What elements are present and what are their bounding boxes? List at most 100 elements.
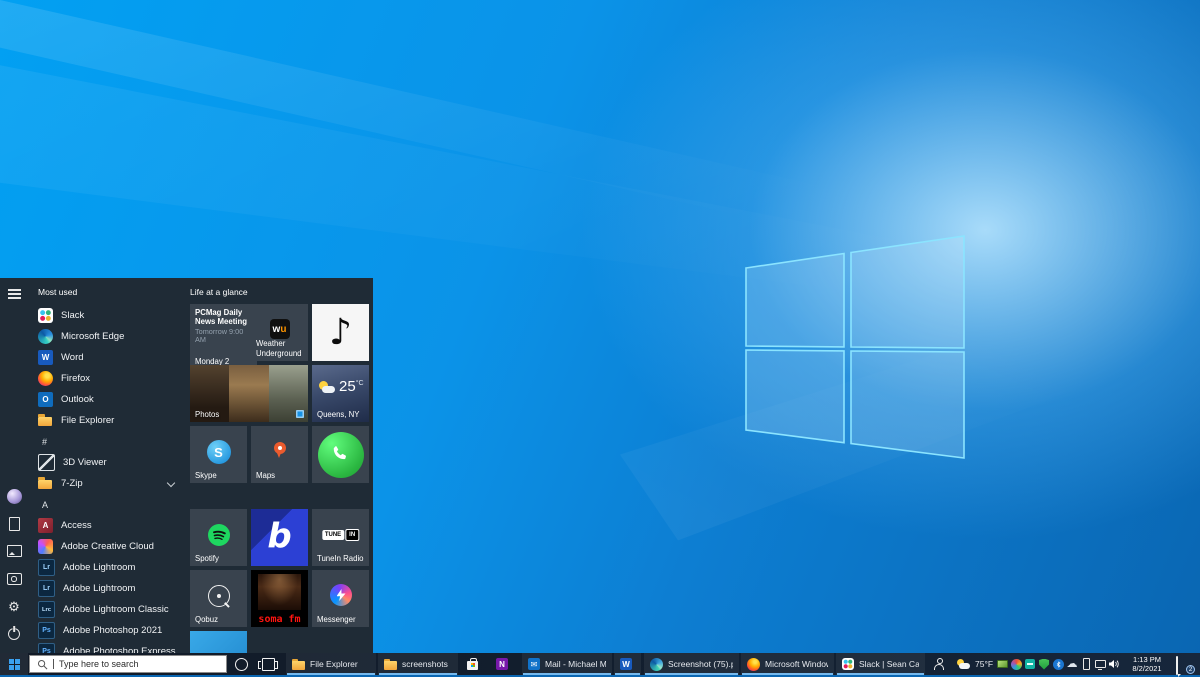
slack-icon — [38, 308, 53, 323]
word-icon — [38, 350, 53, 365]
power-button[interactable] — [0, 628, 28, 640]
taskbar-clock[interactable]: 1:13 PM 8/2/2021 — [1124, 655, 1170, 673]
app-list: Slack Microsoft Edge Word Firefox Outloo… — [28, 305, 186, 653]
taskbar-edge-window[interactable]: Screenshot (75).pn.. — [644, 653, 739, 675]
bluetooth-tray-icon[interactable] — [1052, 653, 1064, 675]
music-note-icon: ♪ — [329, 315, 352, 351]
folder-icon — [292, 658, 305, 671]
tile-partial[interactable] — [190, 631, 247, 653]
taskbar-search[interactable] — [29, 655, 227, 673]
tile-messenger[interactable]: Messenger — [312, 570, 369, 627]
weather-underground-logo-icon: wu — [270, 319, 290, 339]
app-item-word[interactable]: Word — [28, 347, 186, 368]
search-input[interactable] — [59, 659, 189, 669]
photoshop-icon — [38, 622, 55, 639]
app-item-3d-viewer[interactable]: 3D Viewer — [28, 452, 186, 473]
app-item-adobe-creative-cloud[interactable]: Adobe Creative Cloud — [28, 536, 186, 557]
tile-weather[interactable]: 25°C Queens, NY — [312, 365, 369, 422]
qobuz-icon — [208, 585, 230, 607]
app-item-access[interactable]: Access — [28, 515, 186, 536]
settings-button[interactable] — [0, 600, 28, 613]
task-view-icon — [262, 658, 275, 671]
app-item-adobe-lightroom[interactable]: Adobe Lightroom — [28, 557, 186, 578]
videos-button[interactable] — [0, 573, 28, 585]
tile-qobuz[interactable]: Qobuz — [190, 570, 247, 627]
notification-bubble-icon — [1176, 656, 1178, 675]
windows-security-tray-icon[interactable] — [1038, 653, 1050, 675]
tile-calendar[interactable]: PCMag Daily News Meeting Tomorrow 9:00 A… — [190, 304, 257, 369]
chevron-down-icon[interactable] — [167, 479, 175, 487]
user-avatar-icon — [7, 489, 22, 504]
start-menu: Most used Slack Microsoft Edge Word Fire… — [0, 278, 373, 653]
tile-skype[interactable]: Skype — [190, 426, 247, 483]
spotify-icon — [208, 524, 230, 546]
taskbar-mail[interactable]: Mail - Michael Mu.. — [522, 653, 612, 675]
lightroom-icon — [38, 559, 55, 576]
action-center-button[interactable]: 2 — [1176, 657, 1192, 671]
tile-somafm[interactable]: soma fm — [251, 570, 308, 627]
tile-maps[interactable]: Maps — [251, 426, 308, 483]
text-caret — [53, 659, 54, 669]
somafm-artwork — [258, 574, 301, 610]
tile-bandcamp[interactable]: b — [251, 509, 308, 566]
tile-tunein[interactable]: TUNE IN TuneIn Radio — [312, 509, 369, 566]
tile-whatsapp[interactable] — [312, 426, 369, 483]
app-item-7zip[interactable]: 7-Zip — [28, 473, 186, 494]
app-item-outlook[interactable]: Outlook — [28, 389, 186, 410]
taskbar-people-button[interactable] — [927, 653, 949, 675]
usb-device-tray-icon[interactable] — [1080, 653, 1092, 675]
system-tray — [996, 653, 1120, 675]
creative-cloud-icon — [38, 539, 53, 554]
gpu-utility-tray-icon[interactable] — [996, 653, 1008, 675]
documents-button[interactable] — [0, 517, 28, 531]
app-section-a[interactable]: A — [28, 494, 186, 515]
app-section-hash[interactable]: # — [28, 431, 186, 452]
tile-groove-music[interactable]: ♪ — [312, 304, 369, 361]
lightroom-icon — [38, 580, 55, 597]
taskbar-screenshots-window[interactable]: screenshots — [378, 653, 458, 675]
pictures-button[interactable] — [0, 545, 28, 557]
app-item-adobe-lightroom-classic[interactable]: Adobe Lightroom Classic — [28, 599, 186, 620]
somafm-logo: soma fm — [258, 614, 300, 625]
menu-expand-button[interactable] — [0, 288, 28, 300]
taskbar-firefox-window[interactable]: Microsoft Window.. — [741, 653, 834, 675]
taskbar-weather-widget[interactable]: 75°F — [950, 653, 1000, 675]
folder-icon — [38, 476, 53, 491]
app-item-slack[interactable]: Slack — [28, 305, 186, 326]
task-view-button[interactable] — [256, 653, 280, 675]
teal-app-tray-icon[interactable] — [1024, 653, 1036, 675]
clock-time: 1:13 PM — [1124, 655, 1170, 664]
app-item-adobe-photoshop-express[interactable]: Adobe Photoshop Express — [28, 641, 186, 653]
color-wheel-tray-icon[interactable] — [1010, 653, 1022, 675]
tile-spotify[interactable]: Spotify — [190, 509, 247, 566]
taskbar-onenote[interactable] — [490, 653, 516, 675]
onedrive-tray-icon[interactable] — [1066, 653, 1078, 675]
app-item-file-explorer[interactable]: File Explorer — [28, 410, 186, 431]
app-item-microsoft-edge[interactable]: Microsoft Edge — [28, 326, 186, 347]
firefox-icon — [747, 658, 760, 671]
tile-photos[interactable]: Photos — [190, 365, 308, 422]
search-icon — [37, 659, 48, 670]
windows-logo — [745, 233, 967, 463]
taskbar-microsoft-store[interactable] — [461, 653, 487, 675]
folder-icon — [38, 413, 53, 428]
cortana-button[interactable] — [230, 653, 252, 675]
tile-weather-underground[interactable]: wu Weather Underground — [251, 304, 308, 361]
partly-sunny-icon — [956, 659, 970, 670]
taskbar-word[interactable] — [614, 653, 641, 675]
app-item-adobe-photoshop-2021[interactable]: Adobe Photoshop 2021 — [28, 620, 186, 641]
photoshop-icon — [38, 643, 55, 653]
taskbar-file-explorer[interactable]: File Explorer — [286, 653, 376, 675]
pictures-icon — [7, 545, 22, 557]
firefox-icon — [38, 371, 53, 386]
volume-tray-icon[interactable] — [1108, 653, 1120, 675]
cloud-icon — [322, 386, 335, 393]
tile-grid: PCMag Daily News Meeting Tomorrow 9:00 A… — [190, 304, 373, 653]
user-account-button[interactable] — [0, 489, 28, 504]
display-tray-icon[interactable] — [1094, 653, 1106, 675]
app-item-firefox[interactable]: Firefox — [28, 368, 186, 389]
skype-icon — [207, 440, 231, 464]
taskbar-slack-window[interactable]: Slack | Sean Carrol.. — [836, 653, 925, 675]
app-item-adobe-lightroom-2[interactable]: Adobe Lightroom — [28, 578, 186, 599]
start-button[interactable] — [0, 653, 28, 675]
